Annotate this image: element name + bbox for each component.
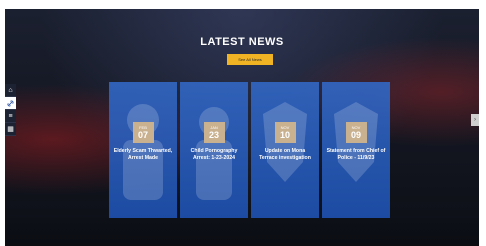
news-card[interactable]: NOV 10 Update on Mona Terrace investigat… bbox=[251, 82, 319, 218]
date-day: 07 bbox=[137, 130, 148, 140]
document-icon[interactable]: ≡ bbox=[5, 110, 16, 123]
date-badge: NOV 10 bbox=[274, 122, 296, 143]
scroll-right-handle[interactable]: › bbox=[471, 114, 479, 126]
date-badge: JAN 23 bbox=[203, 122, 225, 143]
calendar-icon[interactable]: ▦ bbox=[5, 123, 16, 136]
date-badge: FEB 07 bbox=[132, 122, 154, 143]
date-day: 23 bbox=[208, 130, 219, 140]
news-card[interactable]: JAN 23 Child Pornography Arrest: 1-23-20… bbox=[180, 82, 248, 218]
background-fade bbox=[5, 216, 479, 246]
see-all-news-button[interactable]: See All News bbox=[227, 54, 273, 65]
news-headline[interactable]: Update on Mona Terrace investigation bbox=[255, 148, 315, 161]
news-card[interactable]: FEB 07 Elderly Scam Thwarted, Arrest Mad… bbox=[109, 82, 177, 218]
date-day: 10 bbox=[279, 130, 290, 140]
link-icon[interactable] bbox=[5, 97, 16, 110]
news-headline[interactable]: Child Pornography Arrest: 1-23-2024 bbox=[184, 148, 244, 161]
section-title: LATEST NEWS bbox=[200, 36, 284, 48]
home-icon[interactable]: ⌂ bbox=[5, 84, 16, 97]
date-day: 09 bbox=[350, 130, 361, 140]
news-card[interactable]: NOV 09 Statement from Chief of Police - … bbox=[322, 82, 390, 218]
news-cards: FEB 07 Elderly Scam Thwarted, Arrest Mad… bbox=[109, 82, 390, 218]
news-headline[interactable]: Elderly Scam Thwarted, Arrest Made bbox=[113, 148, 173, 161]
side-toolbar: ⌂ ≡ ▦ bbox=[5, 84, 16, 136]
news-headline[interactable]: Statement from Chief of Police - 11/9/23 bbox=[326, 148, 386, 161]
date-badge: NOV 09 bbox=[345, 122, 367, 143]
hero-section: LATEST NEWS See All News ⌂ ≡ ▦ › FEB 07 … bbox=[5, 9, 479, 246]
